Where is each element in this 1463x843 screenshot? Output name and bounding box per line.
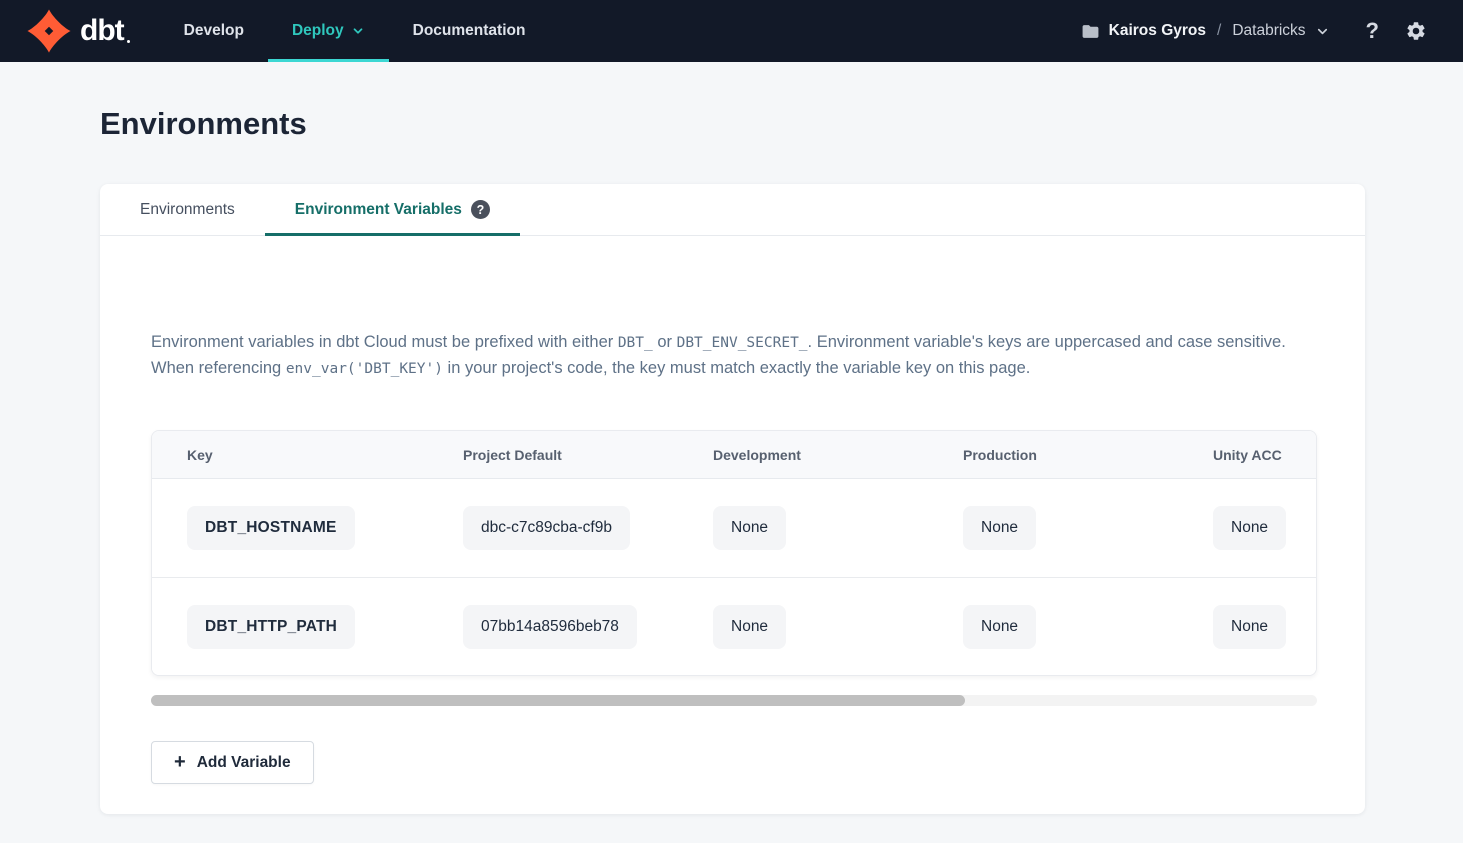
tab-help-icon[interactable]: ? (471, 200, 490, 219)
development-cell[interactable]: None (713, 605, 786, 649)
dbt-logo-text: dbt (80, 14, 130, 48)
dbt-logo-icon (26, 8, 72, 54)
breadcrumb-separator: / (1215, 22, 1223, 40)
project-name: Kairos Gyros (1109, 22, 1206, 40)
env-vars-description: Environment variables in dbt Cloud must … (151, 330, 1317, 382)
env-variables-table: Key Project Default Development Producti… (151, 430, 1317, 676)
column-header-development: Development (683, 447, 933, 463)
folder-icon (1081, 22, 1100, 41)
table-row: DBT_HOSTNAME dbc-c7c89cba-cf9b None None… (152, 479, 1317, 577)
environments-card: Environments Environment Variables ? Env… (100, 184, 1365, 814)
dbt-logo[interactable]: dbt (26, 0, 130, 62)
chevron-down-icon (351, 24, 365, 38)
code-dbt-prefix: DBT_ (618, 335, 653, 351)
nav-item-documentation[interactable]: Documentation (389, 0, 550, 62)
column-header-key: Key (152, 447, 433, 463)
unity-acc-cell[interactable]: None (1213, 506, 1286, 550)
code-env-var-example: env_var('DBT_KEY') (286, 361, 443, 377)
env-var-key-cell[interactable]: DBT_HOSTNAME (187, 506, 355, 550)
tab-content: Environment variables in dbt Cloud must … (100, 236, 1365, 784)
plus-icon: + (174, 752, 186, 772)
page-title: Environments (100, 106, 1463, 142)
tab-bar: Environments Environment Variables ? (100, 184, 1365, 236)
environment-name: Databricks (1232, 22, 1305, 40)
column-header-production: Production (933, 447, 1183, 463)
production-cell[interactable]: None (963, 506, 1036, 550)
table-row: DBT_HTTP_PATH 07bb14a8596beb78 None None… (152, 577, 1317, 675)
top-navbar: dbt Develop Deploy Documentation Kairos … (0, 0, 1463, 62)
tab-environment-variables[interactable]: Environment Variables ? (265, 184, 520, 235)
settings-gear-icon[interactable] (1405, 20, 1427, 42)
env-var-key-cell[interactable]: DBT_HTTP_PATH (187, 605, 355, 649)
account-project-switcher[interactable]: Kairos Gyros / Databricks (1081, 22, 1330, 41)
nav-item-develop[interactable]: Develop (160, 0, 268, 62)
project-default-cell[interactable]: 07bb14a8596beb78 (463, 605, 637, 649)
chevron-down-icon (1315, 24, 1330, 39)
help-icon[interactable]: ? (1366, 18, 1379, 44)
column-header-unity-acc: Unity ACC (1183, 447, 1317, 463)
add-variable-button[interactable]: + Add Variable (151, 741, 314, 784)
horizontal-scrollbar-track[interactable] (151, 695, 1317, 706)
development-cell[interactable]: None (713, 506, 786, 550)
code-dbt-env-secret-prefix: DBT_ENV_SECRET_ (677, 335, 808, 351)
nav-item-deploy[interactable]: Deploy (268, 0, 389, 62)
column-header-project-default: Project Default (433, 447, 683, 463)
project-default-cell[interactable]: dbc-c7c89cba-cf9b (463, 506, 630, 550)
horizontal-scrollbar-thumb[interactable] (151, 695, 965, 706)
production-cell[interactable]: None (963, 605, 1036, 649)
tab-environments[interactable]: Environments (110, 184, 265, 235)
table-header-row: Key Project Default Development Producti… (152, 431, 1317, 479)
unity-acc-cell[interactable]: None (1213, 605, 1286, 649)
